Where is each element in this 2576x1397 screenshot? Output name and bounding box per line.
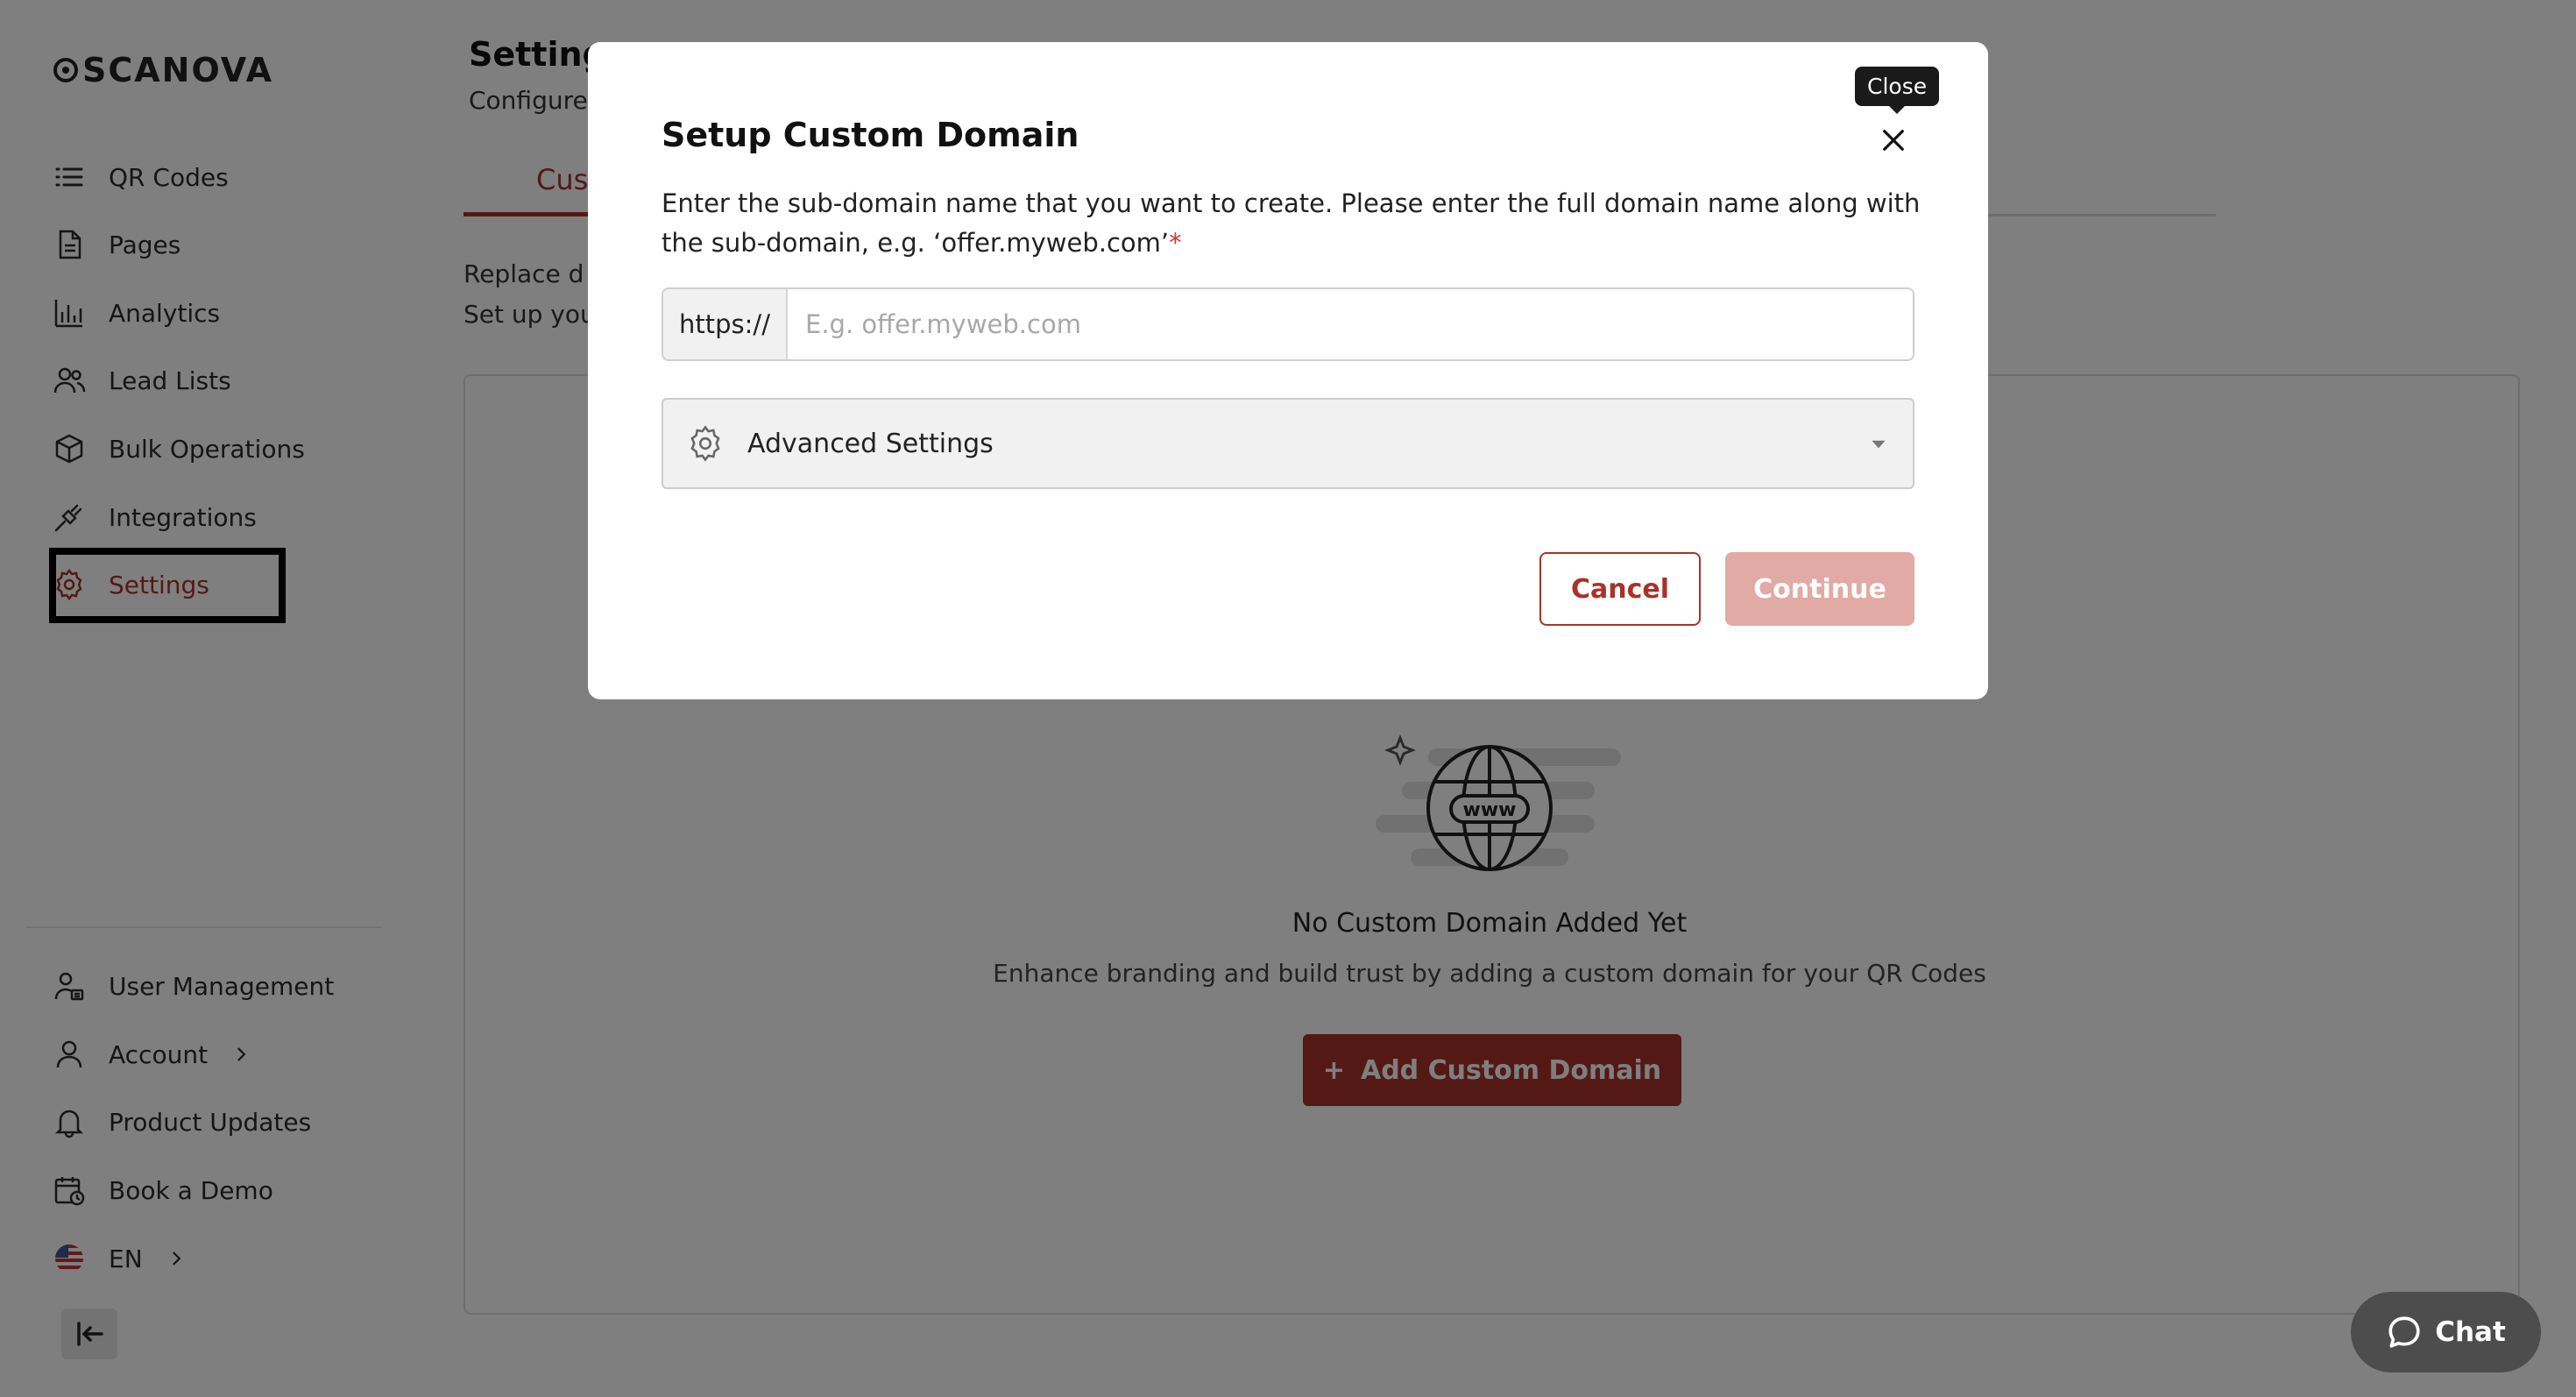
modal-close-button[interactable]	[1874, 121, 1913, 160]
modal-title: Setup Custom Domain	[662, 116, 1079, 154]
chat-launcher-button[interactable]: Chat	[2351, 1292, 2541, 1372]
cancel-button[interactable]: Cancel	[1539, 552, 1701, 626]
setup-custom-domain-modal: Setup Custom Domain Close Enter the sub-…	[588, 42, 1988, 699]
continue-button[interactable]: Continue	[1725, 552, 1914, 626]
advanced-settings-accordion[interactable]: Advanced Settings	[662, 398, 1914, 489]
gear-icon	[690, 425, 720, 462]
modal-description: Enter the sub-domain name that you want …	[662, 184, 1923, 263]
url-prefix: https://	[663, 289, 788, 359]
required-mark: *	[1169, 228, 1182, 258]
modal-description-text: Enter the sub-domain name that you want …	[662, 188, 1921, 258]
domain-input[interactable]	[788, 289, 1913, 359]
chat-label: Chat	[2435, 1316, 2506, 1348]
close-tooltip: Close	[1855, 67, 1940, 114]
domain-url-field: https://	[662, 287, 1914, 361]
advanced-settings-label: Advanced Settings	[747, 428, 994, 459]
close-icon	[1883, 130, 1904, 151]
chevron-down-icon	[1872, 440, 1886, 449]
chat-bubble-icon	[2388, 1316, 2420, 1348]
